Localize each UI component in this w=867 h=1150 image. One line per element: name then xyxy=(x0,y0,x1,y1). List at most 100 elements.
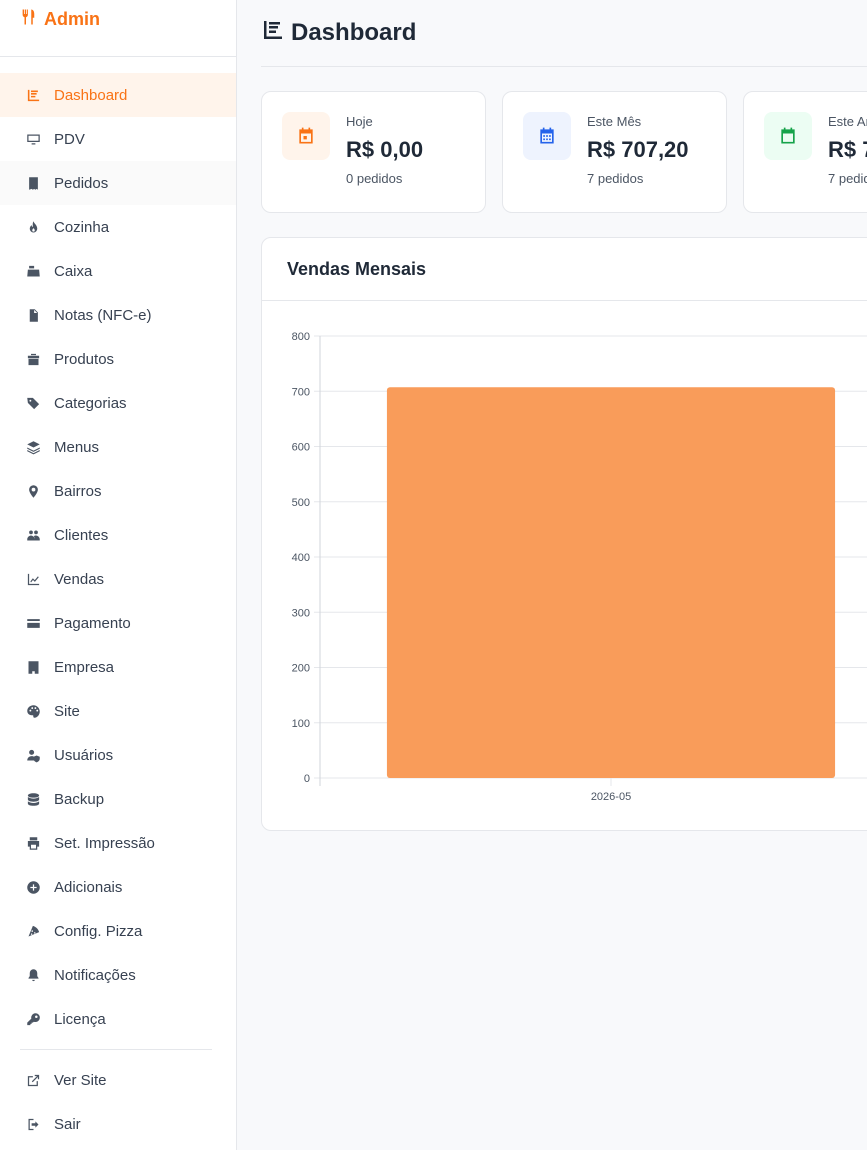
sidebar-item-ver-site[interactable]: Ver Site xyxy=(0,1058,236,1102)
page-title-text: Dashboard xyxy=(291,19,417,46)
sidebar-divider xyxy=(20,1049,212,1050)
chart-card: Vendas Mensais 0 100 200 300 400 500 600 700 800… xyxy=(261,237,867,831)
sidebar-item-label: Config. Pizza xyxy=(54,922,143,940)
stat-sub: 0 pedidos xyxy=(346,171,403,186)
sidebar-item-pdv[interactable]: PDV xyxy=(0,117,236,161)
sidebar-item-label: Notas (NFC-e) xyxy=(54,306,152,324)
sidebar-item-bairros[interactable]: Bairros xyxy=(0,469,236,513)
y-tick-label: 300 xyxy=(292,607,310,619)
stat-value: R$ 0,00 xyxy=(346,137,424,162)
y-tick-label: 800 xyxy=(292,331,310,343)
sidebar-item-notas-nfc-e[interactable]: Notas (NFC-e) xyxy=(0,293,236,337)
bell-icon xyxy=(24,966,42,984)
sidebar-item-cozinha[interactable]: Cozinha xyxy=(0,205,236,249)
sidebar-item-licenca[interactable]: Licença xyxy=(0,997,236,1041)
pizza-icon xyxy=(24,922,42,940)
sidebar-item-label: PDV xyxy=(54,130,85,148)
calendar-month-icon xyxy=(523,112,571,160)
bar[interactable] xyxy=(386,387,836,778)
stat-value: R$ 707,20 xyxy=(828,137,867,162)
stat-card: Este Mês R$ 707,20 7 pedidos xyxy=(502,91,727,213)
y-tick-label: 600 xyxy=(292,442,310,454)
stat-text: Hoje R$ 0,00 0 pedidos xyxy=(346,114,423,186)
sidebar-item-label: Site xyxy=(54,702,80,720)
sidebar-item-site[interactable]: Site xyxy=(0,689,236,733)
sidebar: Admin Dashboard PDV Pedidos Cozinha Caixa Not… xyxy=(0,0,237,1150)
brand-logo[interactable]: Admin xyxy=(20,8,100,31)
stat-text: Este Mês R$ 707,20 7 pedidos xyxy=(587,114,689,186)
stat-sub: 7 pedidos xyxy=(587,171,644,186)
database-icon xyxy=(24,790,42,808)
credit-card-icon xyxy=(24,614,42,632)
y-tick-label: 400 xyxy=(292,552,310,564)
y-tick-label: 0 xyxy=(304,773,310,785)
monitor-icon xyxy=(24,130,42,148)
sidebar-item-backup[interactable]: Backup xyxy=(0,777,236,821)
sidebar-item-label: Sair xyxy=(54,1115,81,1133)
sidebar-item-pagamento[interactable]: Pagamento xyxy=(0,601,236,645)
map-pin-icon xyxy=(24,482,42,500)
sidebar-item-menus[interactable]: Menus xyxy=(0,425,236,469)
sidebar-item-label: Dashboard xyxy=(54,86,128,104)
sidebar-item-set-impressao[interactable]: Set. Impressão xyxy=(0,821,236,865)
sidebar-item-usuarios[interactable]: Usuários xyxy=(0,733,236,777)
page-title: Dashboard xyxy=(261,18,416,49)
sidebar-item-pedidos[interactable]: Pedidos xyxy=(0,161,236,205)
fire-icon xyxy=(24,218,42,236)
sidebar-item-label: Adicionais xyxy=(54,878,123,896)
chart-icon xyxy=(24,86,42,104)
y-tick-label: 100 xyxy=(292,718,310,730)
calendar-icon xyxy=(764,112,812,160)
stat-label: Este Ano xyxy=(828,114,867,129)
printer-icon xyxy=(24,834,42,852)
y-tick-label: 700 xyxy=(292,386,310,398)
sidebar-item-label: Usuários xyxy=(54,746,114,764)
stat-label: Este Mês xyxy=(587,114,642,129)
stat-label: Hoje xyxy=(346,114,373,129)
brand-name: Admin xyxy=(44,9,100,29)
sidebar-item-sair[interactable]: Sair xyxy=(0,1102,236,1146)
line-chart-icon xyxy=(24,570,42,588)
chart-icon xyxy=(261,18,285,49)
monthly-sales-chart: 0 100 200 300 400 500 600 700 800 2026-05 xyxy=(292,331,867,803)
cash-register-icon xyxy=(24,262,42,280)
sidebar-item-label: Ver Site xyxy=(54,1071,107,1089)
sidebar-item-empresa[interactable]: Empresa xyxy=(0,645,236,689)
sidebar-item-label: Produtos xyxy=(54,350,115,368)
main-content: Dashboard Hoje R$ 0,00 0 pedidos Este Mês R$… xyxy=(237,0,867,1150)
x-tick-label: 2026-05 xyxy=(591,791,631,803)
brand-header: Admin xyxy=(0,0,236,57)
sidebar-item-config-pizza[interactable]: Config. Pizza xyxy=(0,909,236,953)
sidebar-item-label: Bairros xyxy=(54,482,102,500)
sidebar-item-caixa[interactable]: Caixa xyxy=(0,249,236,293)
sidebar-item-clientes[interactable]: Clientes xyxy=(0,513,236,557)
stat-card: Hoje R$ 0,00 0 pedidos xyxy=(261,91,486,213)
sidebar-item-label: Menus xyxy=(54,438,100,456)
layers-icon xyxy=(24,438,42,456)
palette-icon xyxy=(24,702,42,720)
sidebar-item-label: Categorias xyxy=(54,394,127,412)
stat-card: Este Ano R$ 707,20 7 pedidos xyxy=(743,91,867,213)
key-icon xyxy=(24,1010,42,1028)
sidebar-item-categorias[interactable]: Categorias xyxy=(0,381,236,425)
sidebar-item-vendas[interactable]: Vendas xyxy=(0,557,236,601)
sidebar-item-produtos[interactable]: Produtos xyxy=(0,337,236,381)
sidebar-item-adicionais[interactable]: Adicionais xyxy=(0,865,236,909)
sidebar-item-label: Pagamento xyxy=(54,614,131,632)
sidebar-item-label: Notificações xyxy=(54,966,136,984)
sidebar-item-label: Set. Impressão xyxy=(54,834,155,852)
sidebar-item-dashboard[interactable]: Dashboard xyxy=(0,73,236,117)
plus-circle-icon xyxy=(24,878,42,896)
file-invoice-icon xyxy=(24,306,42,324)
external-link-icon xyxy=(24,1071,42,1089)
users-icon xyxy=(24,526,42,544)
stat-sub: 7 pedidos xyxy=(828,171,867,186)
user-shield-icon xyxy=(24,746,42,764)
page-header: Dashboard xyxy=(261,0,867,67)
logout-icon xyxy=(24,1115,42,1133)
calendar-day-icon xyxy=(282,112,330,160)
sidebar-item-label: Licença xyxy=(54,1010,106,1028)
sidebar-nav: Dashboard PDV Pedidos Cozinha Caixa Notas (NF… xyxy=(0,73,236,1146)
sidebar-item-notificacoes[interactable]: Notificações xyxy=(0,953,236,997)
sidebar-item-label: Vendas xyxy=(54,570,105,588)
